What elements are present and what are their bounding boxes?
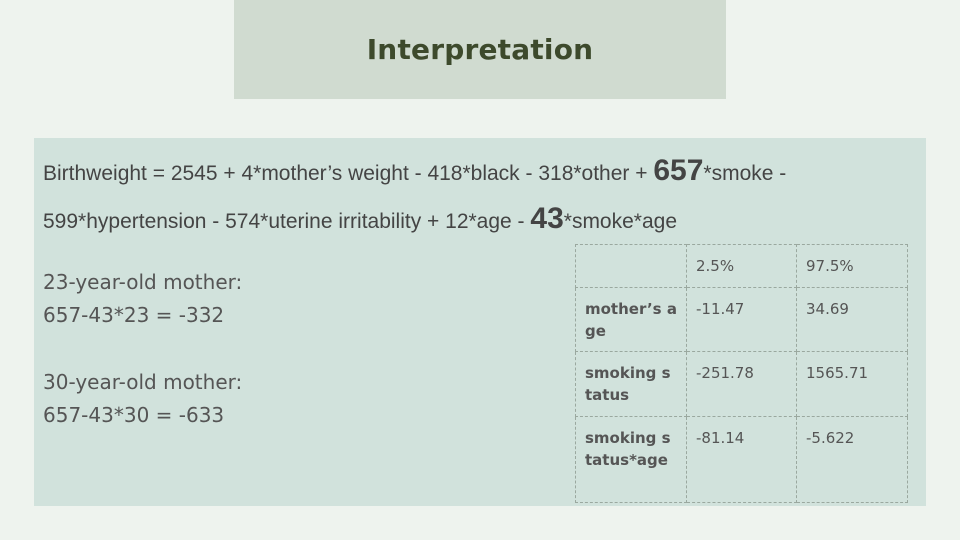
table-header-cell: 2.5% <box>686 244 797 288</box>
formula-part: *smoke*age <box>563 210 677 233</box>
example-label: 30-year-old mother: <box>43 370 243 394</box>
interaction-coefficient: 43 <box>530 202 564 235</box>
table-cell: -5.622 <box>796 416 908 503</box>
example-calc: 657-43*30 = -633 <box>43 403 225 427</box>
table-cell: -11.47 <box>686 287 797 352</box>
page-title: Interpretation <box>366 33 594 66</box>
table-header-cell <box>575 244 687 288</box>
table-header-cell: 97.5% <box>796 244 908 288</box>
smoke-coefficient: 657 <box>653 154 704 187</box>
confidence-interval-table: 2.5% 97.5% mother’s age -11.47 34.69 smo… <box>575 244 908 503</box>
title-banner: Interpretation <box>234 0 726 99</box>
row-label: smoking status <box>575 351 687 417</box>
table-row: smoking status*age -81.14 -5.622 <box>575 416 908 503</box>
row-label: mother’s age <box>575 287 687 352</box>
formula-part: *smoke - <box>703 162 787 185</box>
example-23: 23-year-old mother: 657-43*23 = -332 <box>43 266 242 332</box>
example-label: 23-year-old mother: <box>43 270 243 294</box>
table-row: mother’s age -11.47 34.69 <box>575 287 908 352</box>
table-cell: -81.14 <box>686 416 797 503</box>
content-panel: Birthweight = 2545 + 4*mother’s weight -… <box>34 138 926 506</box>
formula-part: Birthweight = 2545 + 4*mother’s weight -… <box>43 162 654 185</box>
example-calc: 657-43*23 = -332 <box>43 303 225 327</box>
regression-formula: Birthweight = 2545 + 4*mother’s weight -… <box>43 148 913 244</box>
table-header-row: 2.5% 97.5% <box>575 244 908 288</box>
table-cell: 34.69 <box>796 287 908 352</box>
table-cell: 1565.71 <box>796 351 908 417</box>
formula-part: 599*hypertension - 574*uterine irritabil… <box>43 210 531 233</box>
table-row: smoking status -251.78 1565.71 <box>575 351 908 417</box>
table-cell: -251.78 <box>686 351 797 417</box>
example-30: 30-year-old mother: 657-43*30 = -633 <box>43 366 242 432</box>
row-label: smoking status*age <box>575 416 687 503</box>
